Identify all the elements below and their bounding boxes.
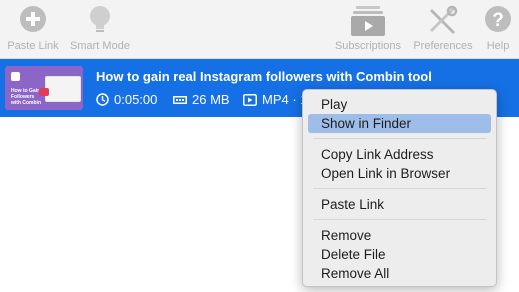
combin-logo-icon [11, 72, 20, 81]
menu-item-paste-link[interactable]: Paste Link [308, 195, 491, 214]
paste-link-button[interactable]: Paste Link [0, 0, 66, 58]
preferences-label: Preferences [413, 40, 473, 52]
clock-icon [96, 93, 109, 106]
smart-mode-button[interactable]: Smart Mode [66, 0, 134, 58]
menu-item-remove[interactable]: Remove [308, 226, 491, 245]
paste-link-label: Paste Link [7, 40, 59, 52]
subscriptions-button[interactable]: Subscriptions [331, 0, 405, 58]
menu-item-play[interactable]: Play [308, 95, 491, 114]
menu-item-delete-file[interactable]: Delete File [308, 245, 491, 264]
menu-item-open-link-in-browser[interactable]: Open Link in Browser [308, 164, 491, 183]
menu-item-copy-link-address[interactable]: Copy Link Address [308, 145, 491, 164]
video-format-icon [243, 93, 257, 106]
subscriptions-label: Subscriptions [334, 40, 402, 52]
toolbar: Paste Link Smart Mode Subscriptions Pref… [0, 0, 519, 59]
video-thumbnail: How to Gain Followers with Combin [5, 66, 83, 110]
subscriptions-icon [351, 6, 385, 36]
svg-text:?: ? [492, 10, 504, 31]
file-size: 26 MB [173, 92, 230, 107]
context-menu: Play Show in Finder Copy Link Address Op… [302, 89, 497, 287]
file-size-icon [173, 95, 187, 104]
help-icon: ? [485, 6, 511, 32]
lightbulb-icon [90, 6, 110, 32]
tools-icon [430, 5, 458, 34]
menu-separator [313, 188, 486, 189]
smart-mode-label: Smart Mode [70, 40, 130, 52]
thumbnail-badge [39, 88, 49, 96]
format: MP4 · 1 [243, 92, 308, 107]
plus-circle-icon [20, 6, 46, 32]
menu-separator [313, 138, 486, 139]
preferences-button[interactable]: Preferences [410, 0, 476, 58]
help-label: Help [486, 40, 510, 52]
duration-value: 0:05:00 [114, 92, 158, 107]
thumbnail-text: How to Gain Followers with Combin [11, 88, 41, 106]
format-value: MP4 · 1 [262, 92, 308, 107]
menu-separator [313, 219, 486, 220]
menu-item-remove-all[interactable]: Remove All [308, 264, 491, 283]
file-size-value: 26 MB [192, 92, 230, 107]
duration: 0:05:00 [96, 92, 157, 107]
download-title: How to gain real Instagram followers wit… [96, 69, 432, 84]
menu-item-show-in-finder[interactable]: Show in Finder [308, 114, 491, 133]
thumbnail-screenshot [45, 76, 81, 102]
help-button[interactable]: ? Help [478, 0, 518, 58]
